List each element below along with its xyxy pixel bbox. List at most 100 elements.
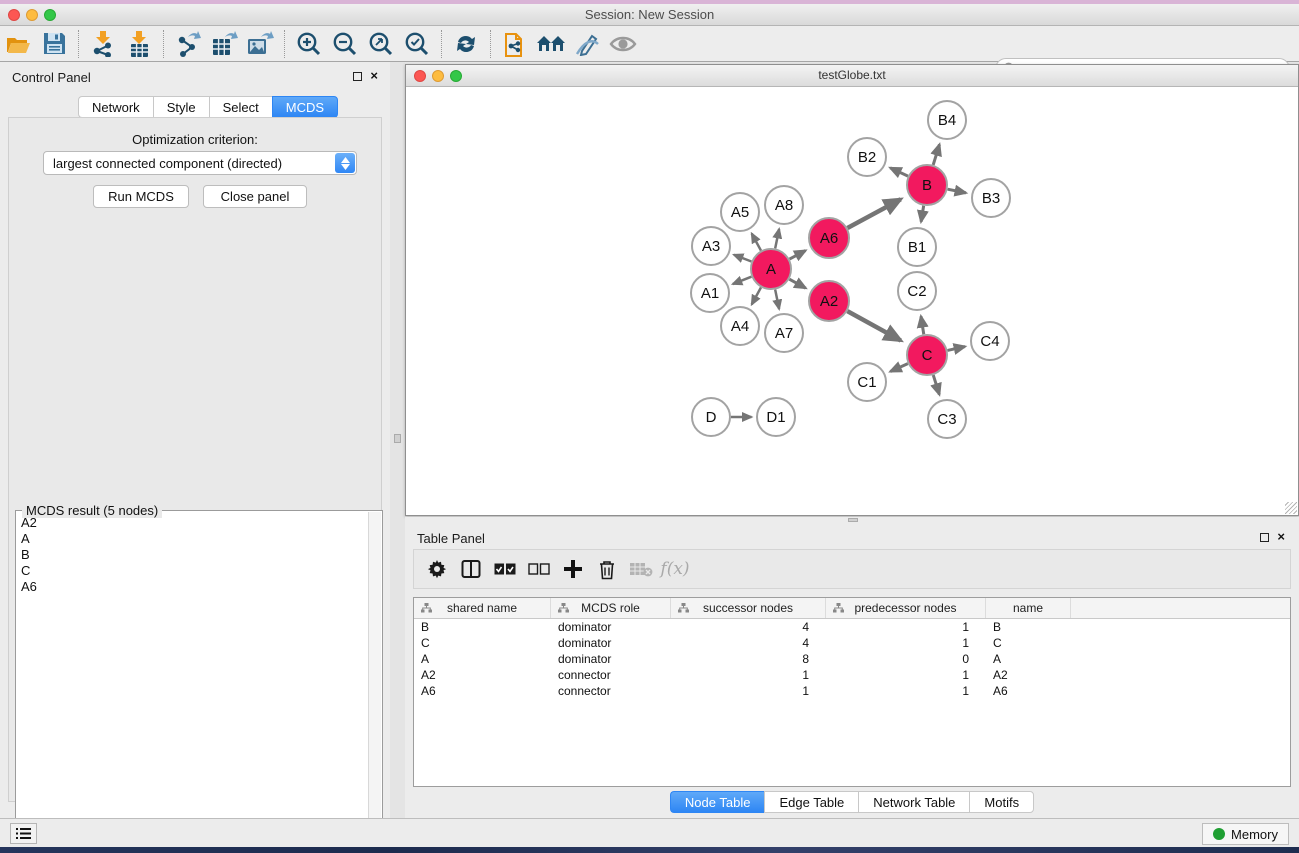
table-cell[interactable]: 1 (671, 667, 826, 683)
minimize-window-button[interactable] (26, 9, 38, 21)
export-image-button[interactable] (243, 29, 277, 59)
mcds-result-list[interactable]: A2ABCA6 (17, 515, 361, 845)
deselect-all-checkboxes-button[interactable] (524, 554, 554, 584)
graph-edge[interactable] (921, 206, 924, 222)
float-panel-icon[interactable] (1260, 533, 1269, 542)
tab-style[interactable]: Style (153, 96, 209, 118)
graph-edge[interactable] (733, 277, 752, 284)
tab-motifs[interactable]: Motifs (969, 791, 1034, 813)
table-settings-button[interactable] (422, 554, 452, 584)
column-header-predecessor-nodes[interactable]: predecessor nodes (826, 598, 986, 618)
table-cell[interactable]: A (414, 651, 551, 667)
table-cell[interactable]: connector (551, 683, 671, 699)
graph-edge[interactable] (890, 168, 908, 176)
graph-edge[interactable] (775, 290, 779, 309)
export-table-button[interactable] (207, 29, 241, 59)
graph-edge[interactable] (933, 375, 939, 395)
graph-edge[interactable] (933, 144, 939, 164)
splitter-handle[interactable] (848, 518, 858, 522)
graph-edge[interactable] (847, 199, 900, 228)
graph-edge[interactable] (948, 189, 966, 193)
network-document-button[interactable] (498, 29, 532, 59)
tab-edge-table[interactable]: Edge Table (764, 791, 858, 813)
refresh-button[interactable] (449, 29, 483, 59)
open-session-button[interactable] (1, 29, 35, 59)
table-cell[interactable]: 1 (826, 635, 986, 651)
vertical-splitter[interactable] (390, 62, 405, 818)
task-history-button[interactable] (10, 823, 37, 844)
table-cell[interactable]: A6 (986, 683, 1071, 699)
table-row[interactable]: Bdominator41B (414, 619, 1290, 635)
result-list-scrollbar[interactable] (368, 512, 381, 845)
table-row[interactable]: A2connector11A2 (414, 667, 1290, 683)
graph-edge[interactable] (890, 364, 908, 372)
graph-edge[interactable] (734, 255, 752, 262)
eye-button[interactable] (606, 29, 640, 59)
table-cell[interactable]: 0 (826, 651, 986, 667)
splitter-handle[interactable] (394, 434, 401, 443)
zoom-fit-button[interactable] (364, 29, 398, 59)
table-cell[interactable]: 1 (826, 619, 986, 635)
graph-edge[interactable] (947, 347, 965, 351)
column-header-name[interactable]: name (986, 598, 1071, 618)
graph-edge[interactable] (775, 229, 779, 248)
graph-edge[interactable] (790, 251, 806, 260)
graph-edge[interactable] (752, 234, 761, 251)
save-session-button[interactable] (37, 29, 71, 59)
float-panel-icon[interactable] (353, 72, 362, 81)
memory-button[interactable]: Memory (1202, 823, 1289, 845)
import-network-button[interactable] (86, 29, 120, 59)
table-cell[interactable]: 4 (671, 619, 826, 635)
table-cell[interactable]: 1 (671, 683, 826, 699)
table-cell[interactable]: C (414, 635, 551, 651)
table-cell[interactable]: dominator (551, 635, 671, 651)
close-network-button[interactable] (414, 70, 426, 82)
delete-table-button[interactable] (626, 554, 656, 584)
function-builder-button[interactable]: f(x) (660, 554, 690, 584)
maximize-network-button[interactable] (450, 70, 462, 82)
import-table-button[interactable] (122, 29, 156, 59)
graph-edge[interactable] (752, 287, 761, 304)
graph-edge[interactable] (789, 279, 805, 288)
run-mcds-button[interactable]: Run MCDS (93, 185, 189, 208)
table-cell[interactable]: dominator (551, 619, 671, 635)
close-panel-button[interactable]: Close panel (203, 185, 307, 208)
column-header-shared-name[interactable]: shared name (414, 598, 551, 618)
maximize-window-button[interactable] (44, 9, 56, 21)
home-views-button[interactable] (534, 29, 568, 59)
table-cell[interactable]: B (986, 619, 1071, 635)
tab-select[interactable]: Select (209, 96, 272, 118)
delete-column-button[interactable] (592, 554, 622, 584)
close-window-button[interactable] (8, 9, 20, 21)
tab-node-table[interactable]: Node Table (670, 791, 765, 813)
table-cell[interactable]: B (414, 619, 551, 635)
close-panel-icon[interactable]: × (370, 68, 378, 83)
zoom-out-button[interactable] (328, 29, 362, 59)
table-row[interactable]: A6connector11A6 (414, 683, 1290, 699)
select-all-checkboxes-button[interactable] (490, 554, 520, 584)
result-list-item[interactable]: A (21, 531, 361, 547)
graph-edge[interactable] (847, 311, 900, 340)
table-cell[interactable]: 1 (826, 683, 986, 699)
minimize-network-button[interactable] (432, 70, 444, 82)
result-list-item[interactable]: A2 (21, 515, 361, 531)
optimization-criterion-dropdown[interactable]: largest connected component (directed) (43, 151, 357, 175)
annotation-pen-button[interactable] (570, 29, 604, 59)
result-list-item[interactable]: C (21, 563, 361, 579)
network-graph[interactable]: AA1A2A3A4A5A6A7A8BB1B2B3B4CC1C2C3C4DD1 (406, 87, 1298, 515)
table-cell[interactable]: A2 (986, 667, 1071, 683)
column-layout-button[interactable] (456, 554, 486, 584)
table-cell[interactable]: A2 (414, 667, 551, 683)
table-cell[interactable]: 1 (826, 667, 986, 683)
table-cell[interactable]: 4 (671, 635, 826, 651)
table-row[interactable]: Adominator80A (414, 651, 1290, 667)
export-network-button[interactable] (171, 29, 205, 59)
table-cell[interactable]: A6 (414, 683, 551, 699)
table-row[interactable]: Cdominator41C (414, 635, 1290, 651)
table-cell[interactable]: dominator (551, 651, 671, 667)
network-canvas[interactable]: AA1A2A3A4A5A6A7A8BB1B2B3B4CC1C2C3C4DD1 (406, 87, 1298, 515)
tab-mcds[interactable]: MCDS (272, 96, 338, 118)
tab-network[interactable]: Network (78, 96, 153, 118)
table-cell[interactable]: connector (551, 667, 671, 683)
tab-network-table[interactable]: Network Table (858, 791, 969, 813)
